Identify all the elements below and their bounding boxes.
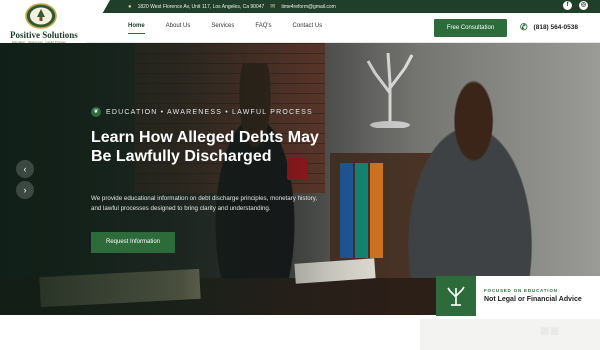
info-card-icon-box bbox=[436, 276, 476, 316]
hero-eyebrow-text: EDUCATION • AWARENESS • LAWFUL PROCESS bbox=[106, 108, 313, 116]
info-card-value: Not Legal or Financial Advice bbox=[484, 296, 582, 303]
request-information-button[interactable]: Request Information bbox=[91, 232, 175, 253]
slider-next-arrow-icon[interactable]: › bbox=[16, 181, 34, 199]
instagram-icon[interactable]: ◎ bbox=[579, 1, 588, 10]
hero-lead: We provide educational information on de… bbox=[91, 195, 318, 212]
hero-section: ❦ EDUCATION • AWARENESS • LAWFUL PROCESS… bbox=[0, 43, 600, 315]
address-text: 1820 West Florence Av, Unit 117, Los Ang… bbox=[137, 3, 265, 10]
social-links: f ◎ bbox=[563, 1, 588, 10]
nav-menu: Home About Us Services FAQ's Contact Us bbox=[128, 23, 343, 34]
next-section-mark: ■■ bbox=[540, 323, 560, 340]
slider-prev-arrow-icon[interactable]: ‹ bbox=[16, 160, 34, 178]
phone-icon: ✆ bbox=[520, 22, 528, 32]
info-card-kicker: FOCUSED ON EDUCATION bbox=[484, 288, 558, 293]
nav-item-about[interactable]: About Us bbox=[166, 23, 191, 34]
facebook-icon[interactable]: f bbox=[563, 1, 572, 10]
next-section-preview: ■■ bbox=[0, 315, 600, 350]
mail-icon: ✉ bbox=[270, 4, 276, 10]
hero-headline: Learn How Alleged Debts May Be Lawfully … bbox=[91, 129, 319, 165]
hero-eyebrow: ❦ EDUCATION • AWARENESS • LAWFUL PROCESS bbox=[91, 107, 313, 117]
next-section-panel bbox=[420, 319, 600, 350]
logo-emblem-icon bbox=[25, 3, 57, 29]
brand-name: Positive Solutions bbox=[10, 30, 78, 40]
hero-overlay bbox=[0, 43, 600, 315]
location-pin-icon: ● bbox=[128, 3, 132, 10]
phone-number: (818) 564-0538 bbox=[533, 24, 578, 31]
info-card: FOCUSED ON EDUCATION Not Legal or Financ… bbox=[436, 276, 600, 316]
leaf-icon: ❦ bbox=[91, 107, 101, 117]
nav-item-contact[interactable]: Contact Us bbox=[293, 23, 323, 34]
info-card-text: FOCUSED ON EDUCATION Not Legal or Financ… bbox=[476, 276, 600, 316]
nav-item-services[interactable]: Services bbox=[211, 23, 234, 34]
email-link[interactable]: time4reform@gmail.com bbox=[281, 4, 336, 10]
tree-emblem-icon bbox=[447, 286, 465, 306]
nav-item-faqs[interactable]: FAQ's bbox=[255, 23, 271, 34]
nav-item-home[interactable]: Home bbox=[128, 23, 145, 34]
contact-info: ● 1820 West Florence Av, Unit 117, Los A… bbox=[128, 2, 336, 11]
phone-contact[interactable]: ✆ (818) 564-0538 bbox=[520, 22, 578, 33]
free-consultation-button[interactable]: Free Consultation bbox=[434, 19, 507, 37]
